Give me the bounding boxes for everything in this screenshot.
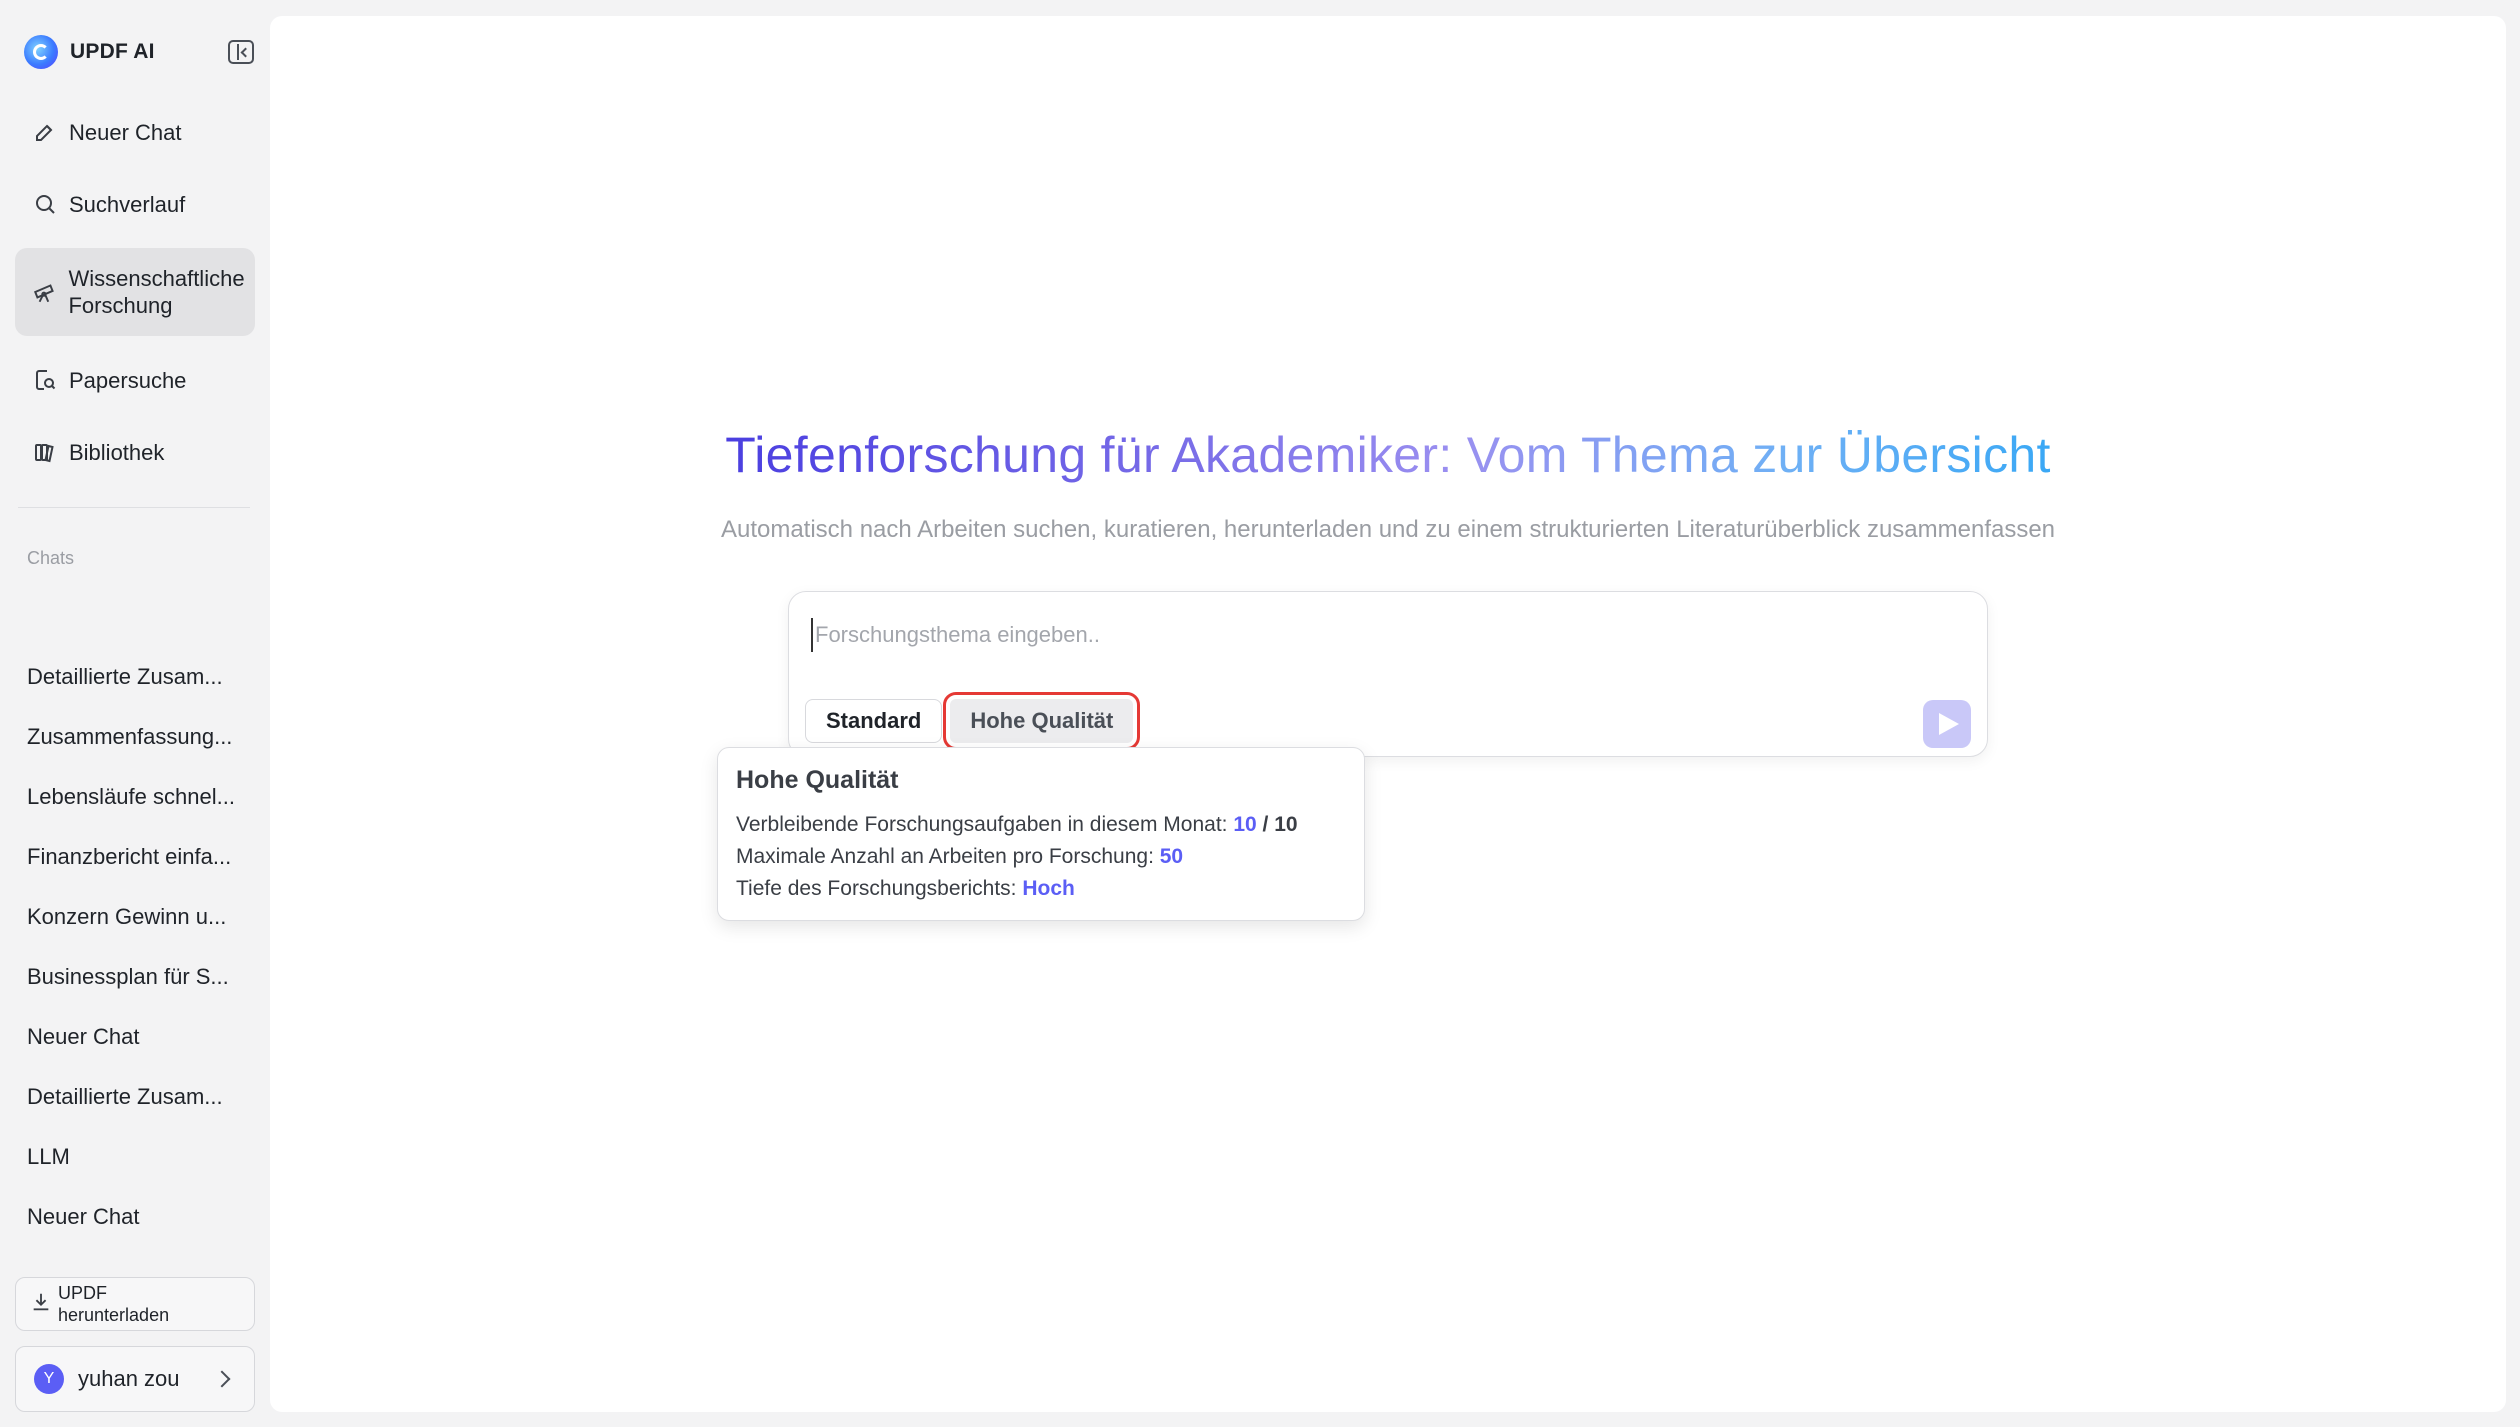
depth-label: Tiefe des Forschungsberichts:	[736, 877, 1023, 900]
chat-item[interactable]: Neuer Chat	[27, 1197, 257, 1257]
chat-item[interactable]: LLM	[27, 1137, 257, 1197]
chats-heading: Chats	[27, 548, 75, 568]
nav-item-suchverlauf[interactable]: Suchverlauf	[15, 176, 255, 232]
tooltip-remaining-row: Verbleibende Forschungsaufgaben in diese…	[736, 809, 1346, 841]
chevron-right-icon	[213, 1370, 231, 1388]
nav-item-label: Wissenschaftliche Forschung	[68, 266, 245, 318]
chat-item[interactable]: Detaillierte Zusam...	[27, 1077, 257, 1137]
mode-selector: Standard Hohe Qualität	[805, 692, 1141, 750]
remaining-label: Verbleibende Forschungsaufgaben in diese…	[736, 813, 1234, 836]
chat-item[interactable]: Lebensläufe schnel...	[27, 777, 257, 837]
chat-item[interactable]: Konzern Gewinn u...	[27, 897, 257, 957]
page-title-text: Tiefenforschung für Akademiker: Vom Them…	[725, 427, 2051, 483]
chat-item[interactable]: Detaillierte Zusam...	[27, 657, 257, 717]
page-title: Tiefenforschung für Akademiker: Vom Them…	[270, 426, 2506, 484]
mode-standard-button[interactable]: Standard	[805, 699, 943, 743]
nav-item-bibliothek[interactable]: Bibliothek	[15, 424, 255, 480]
nav-item-label: Bibliothek	[69, 439, 165, 465]
user-name: yuhan zou	[78, 1366, 180, 1391]
mode-high-quality-button[interactable]: Hohe Qualität	[943, 692, 1141, 750]
nav-item-label: Neuer Chat	[69, 119, 182, 145]
updf-logo-icon	[24, 35, 58, 69]
nav-item-neuer-chat[interactable]: Neuer Chat	[15, 104, 255, 160]
chat-item[interactable]: Finanzbericht einfa...	[27, 837, 257, 897]
max-papers-value: 50	[1159, 845, 1184, 868]
chat-item[interactable]: Neuer Chat	[27, 1017, 257, 1077]
remaining-separator: /	[1256, 813, 1275, 836]
max-papers-label: Maximale Anzahl an Arbeiten pro Forschun…	[736, 845, 1160, 868]
main-panel: Tiefenforschung für Akademiker: Vom Them…	[270, 16, 2506, 1412]
tooltip-max-papers-row: Maximale Anzahl an Arbeiten pro Forschun…	[736, 841, 1346, 873]
telescope-icon	[31, 278, 58, 306]
user-menu-button[interactable]: Y yuhan zou	[15, 1346, 255, 1412]
brand-name: UPDF AI	[70, 40, 155, 63]
search-icon	[31, 190, 59, 218]
main-nav: Neuer Chat Suchverlauf Wissenschaftliche…	[15, 104, 255, 496]
sidebar-divider	[18, 507, 250, 508]
download-icon	[30, 1291, 52, 1318]
chat-list: Detaillierte Zusam... Zusammenfassung...…	[27, 657, 257, 1257]
chat-item[interactable]: Businessplan für S...	[27, 957, 257, 1017]
download-updf-button[interactable]: UPDF herunterladen	[15, 1277, 255, 1331]
nav-item-label: Papersuche	[69, 367, 187, 393]
research-topic-input[interactable]	[811, 618, 1911, 652]
edit-icon	[31, 118, 59, 146]
page-subtitle: Automatisch nach Arbeiten suchen, kurati…	[720, 516, 2056, 543]
chat-item[interactable]: Zusammenfassung...	[27, 717, 257, 777]
remaining-value: 10	[1233, 813, 1257, 836]
tooltip-title: Hohe Qualität	[736, 766, 899, 794]
tooltip-depth-row: Tiefe des Forschungsberichts: Hoch	[736, 873, 1346, 905]
avatar: Y	[34, 1364, 64, 1394]
send-icon	[1939, 713, 1959, 735]
nav-item-label: Suchverlauf	[69, 191, 186, 217]
paper-search-icon	[31, 366, 59, 394]
collapse-sidebar-icon[interactable]	[228, 40, 254, 64]
research-input-card: Standard Hohe Qualität	[788, 591, 1988, 757]
send-button[interactable]	[1923, 700, 1971, 748]
download-label: UPDF herunterladen	[58, 1283, 170, 1325]
remaining-total: 10	[1274, 813, 1298, 836]
depth-value: Hoch	[1022, 877, 1075, 900]
brand: UPDF AI	[24, 34, 254, 70]
library-icon	[31, 438, 59, 466]
nav-item-papersuche[interactable]: Papersuche	[15, 352, 255, 408]
high-quality-tooltip: Hohe Qualität Verbleibende Forschungsauf…	[717, 747, 1365, 921]
sidebar: UPDF AI Neuer Chat Suchverlauf Wissensch…	[0, 0, 268, 1427]
nav-item-wissenschaftliche-forschung[interactable]: Wissenschaftliche Forschung	[15, 248, 255, 336]
